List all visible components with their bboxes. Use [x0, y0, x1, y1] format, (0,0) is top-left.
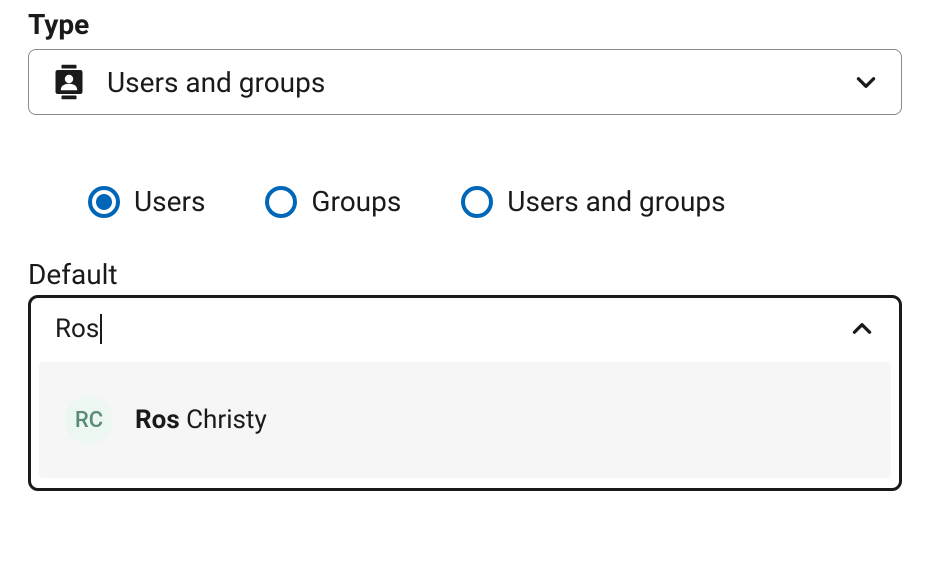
radio-groups[interactable]: Groups: [265, 185, 401, 218]
type-select-value: Users and groups: [107, 66, 853, 99]
default-input-value: Ros: [55, 314, 99, 344]
dropdown-item-rest: Christy: [180, 405, 267, 435]
text-cursor: [100, 314, 102, 344]
dropdown-item-match: Ros: [135, 405, 180, 435]
default-combobox[interactable]: Ros RC Ros Christy: [28, 295, 902, 491]
avatar: RC: [65, 396, 113, 444]
default-input[interactable]: Ros: [55, 314, 849, 344]
radio-indicator: [265, 186, 297, 218]
contacts-icon: [51, 64, 87, 100]
radio-label-users-and-groups: Users and groups: [507, 185, 725, 218]
chevron-up-icon[interactable]: [849, 316, 875, 342]
radio-label-users: Users: [134, 185, 205, 218]
radio-users-and-groups[interactable]: Users and groups: [461, 185, 725, 218]
combo-input-row: Ros: [31, 298, 899, 354]
radio-indicator: [461, 186, 493, 218]
default-label: Default: [28, 258, 902, 291]
radio-indicator: [88, 186, 120, 218]
chevron-down-icon: [853, 69, 879, 95]
dropdown-item[interactable]: RC Ros Christy: [55, 390, 875, 450]
radio-label-groups: Groups: [311, 185, 401, 218]
dropdown-panel: RC Ros Christy: [39, 362, 891, 478]
avatar-initials: RC: [75, 408, 103, 433]
dropdown-item-name: Ros Christy: [135, 405, 267, 435]
radio-group: Users Groups Users and groups: [88, 185, 902, 218]
type-label: Type: [28, 8, 902, 41]
radio-users[interactable]: Users: [88, 185, 205, 218]
type-select[interactable]: Users and groups: [28, 49, 902, 115]
